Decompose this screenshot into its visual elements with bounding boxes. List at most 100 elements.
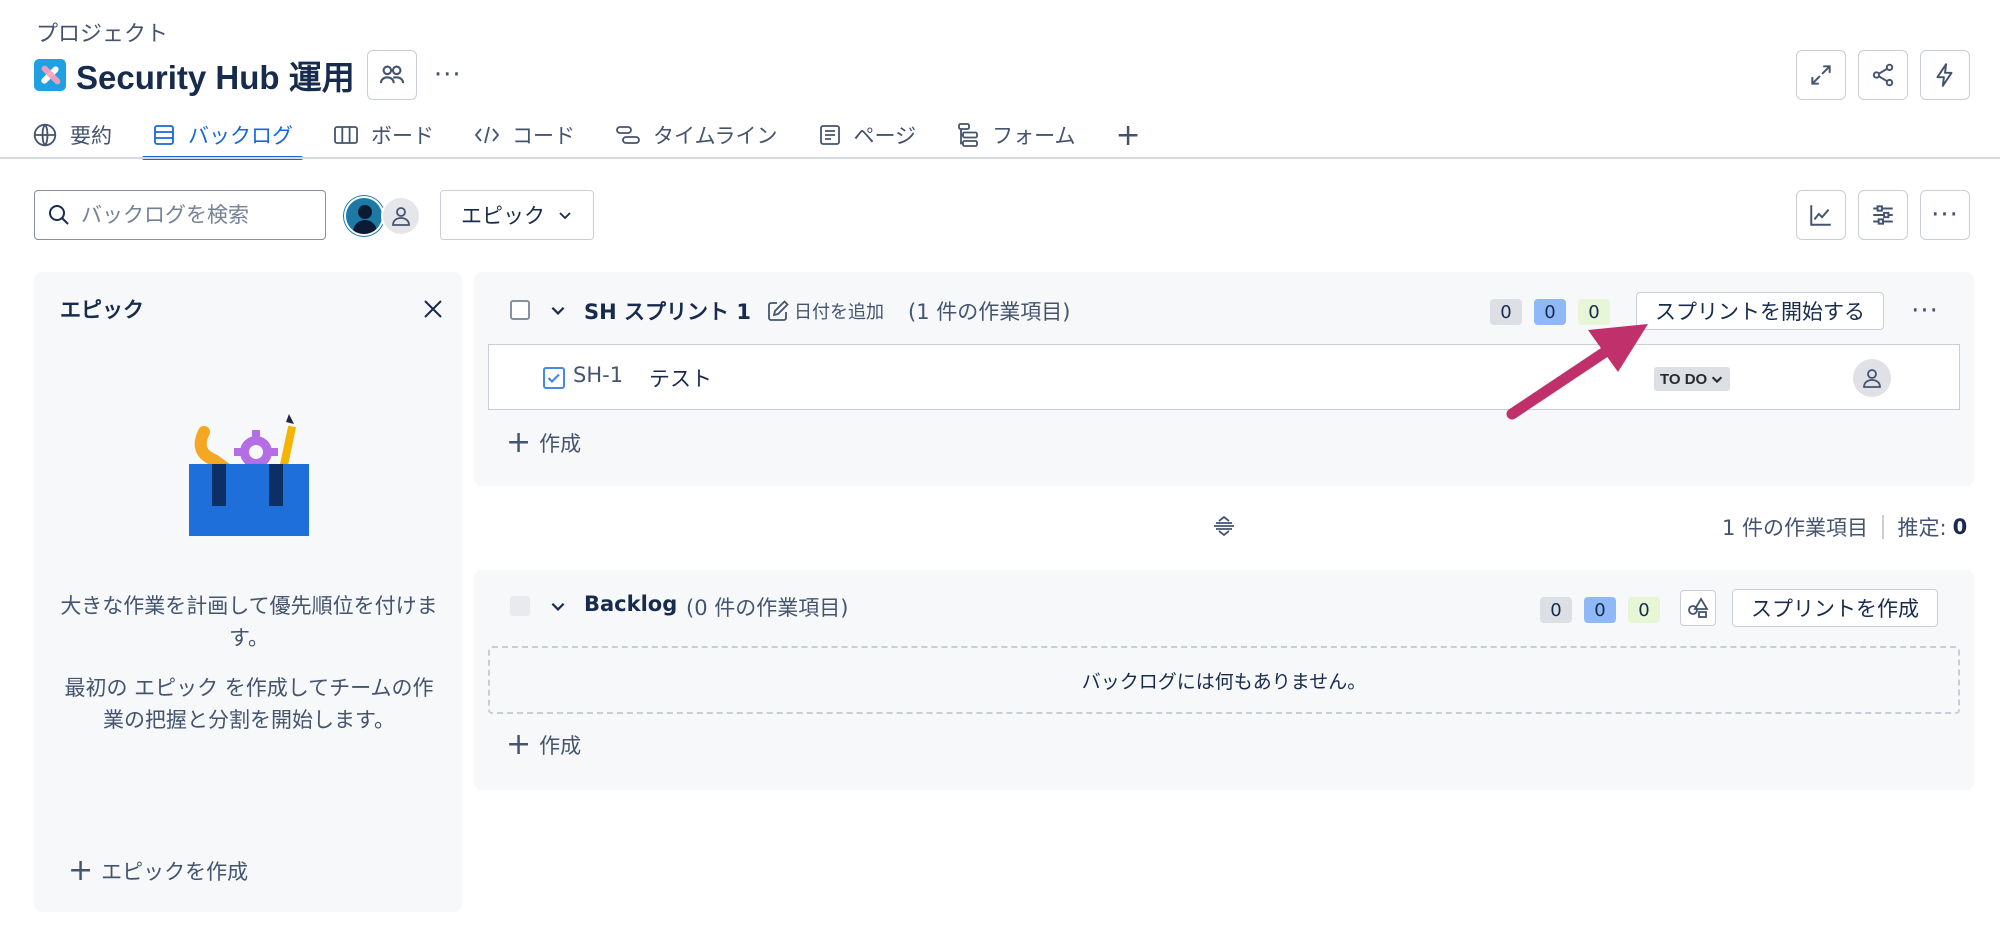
- breadcrumb[interactable]: プロジェクト: [36, 16, 168, 48]
- person-icon: [1863, 369, 1881, 388]
- code-icon: [474, 126, 500, 144]
- avatar-unassigned-filter[interactable]: [381, 196, 421, 236]
- sprint-name[interactable]: SH スプリント 1: [584, 296, 751, 326]
- automation-button[interactable]: [1920, 50, 1970, 100]
- tab-label: バックログ: [188, 124, 293, 148]
- status-dropdown[interactable]: TO DO: [1654, 367, 1731, 391]
- create-issue-label: 作成: [539, 734, 582, 758]
- sprint-container: SH スプリント 1 日付を追加 (1 件の作業項目) 0 0 0 スプリントを…: [474, 272, 1974, 486]
- close-epic-panel-button[interactable]: [418, 294, 448, 324]
- epic-filter-dropdown[interactable]: エピック: [440, 190, 594, 240]
- add-date-button[interactable]: 日付を追加: [766, 298, 884, 324]
- edit-icon: [768, 300, 789, 321]
- toolbox-illustration-icon: [189, 414, 309, 536]
- search-icon: [49, 205, 69, 225]
- resize-handle-icon[interactable]: [1210, 512, 1238, 540]
- start-sprint-button[interactable]: スプリントを開始する: [1636, 292, 1884, 330]
- tab-board[interactable]: ボード: [333, 112, 434, 158]
- backlog-shapes-button[interactable]: [1680, 590, 1716, 626]
- epic-empty-hint: 最初の エピック を作成してチームの作業の把握と分割を開始します。: [64, 676, 434, 732]
- board-icon: [334, 126, 358, 144]
- chevron-down-icon: [559, 212, 571, 220]
- tab-label: タイムライン: [653, 124, 778, 148]
- avatar-user-filter[interactable]: [344, 196, 384, 236]
- create-sprint-button[interactable]: スプリントを作成: [1732, 589, 1938, 627]
- search-box[interactable]: [34, 190, 326, 240]
- tab-label: ページ: [853, 124, 917, 148]
- project-tabs: 要約 バックログ ボード コード タイムライン ページ フォーム +: [32, 112, 1141, 160]
- sliders-icon: [1873, 205, 1893, 225]
- share-icon: [1872, 63, 1894, 87]
- list-icon: [154, 125, 174, 145]
- plus-icon: +: [506, 425, 532, 460]
- chevron-down-icon: [551, 602, 565, 611]
- plus-icon: +: [506, 727, 532, 762]
- add-tab-button[interactable]: +: [1116, 112, 1141, 158]
- issue-key[interactable]: SH-1: [573, 363, 623, 387]
- issue-summary[interactable]: テスト: [649, 363, 712, 393]
- tab-pages[interactable]: ページ: [818, 112, 917, 158]
- create-issue-button[interactable]: + 作成: [506, 428, 581, 458]
- tabs-divider: [0, 157, 2000, 159]
- more-icon: ···: [1931, 200, 1959, 230]
- page-icon: [819, 125, 840, 145]
- epic-filter-label: エピック: [461, 204, 545, 228]
- tab-label: フォーム: [992, 124, 1076, 148]
- summary-item-count: 1 件の作業項目: [1722, 516, 1869, 540]
- view-settings-button[interactable]: [1858, 190, 1908, 240]
- create-issue-label: 作成: [539, 432, 582, 456]
- sprint-select-checkbox[interactable]: [510, 300, 530, 320]
- shapes-icon: [1688, 597, 1709, 618]
- insights-button[interactable]: [1796, 190, 1846, 240]
- project-header: Security Hub 運用 ···: [34, 50, 471, 100]
- plus-icon: +: [1115, 117, 1141, 153]
- add-date-label: 日付を追加: [794, 302, 884, 323]
- fullscreen-button[interactable]: [1796, 50, 1846, 100]
- backlog-empty-state: バックログには何もありません。: [488, 646, 1960, 714]
- sprint-summary: 1 件の作業項目 推定: 0: [1722, 512, 1967, 542]
- summary-divider: [1882, 515, 1884, 539]
- backlog-item-count: (0 件の作業項目): [686, 596, 849, 620]
- tab-timeline[interactable]: タイムライン: [615, 112, 778, 158]
- tab-summary[interactable]: 要約: [32, 112, 112, 158]
- tab-code[interactable]: コード: [474, 112, 575, 158]
- sprint-collapse-toggle[interactable]: [546, 298, 570, 322]
- project-logo-icon: [34, 59, 66, 91]
- estimate-value: 0: [1952, 515, 1968, 539]
- sprint-item-count: (1 件の作業項目): [908, 300, 1071, 324]
- tab-label: 要約: [70, 124, 112, 148]
- tab-backlog[interactable]: バックログ: [142, 112, 303, 160]
- annotation-arrow-icon: [1506, 324, 1648, 420]
- more-icon: ···: [1911, 296, 1939, 326]
- more-icon: ···: [433, 60, 462, 90]
- toolbar-more-button[interactable]: ···: [1920, 190, 1970, 240]
- person-icon: [392, 207, 410, 226]
- project-more-button[interactable]: ···: [425, 52, 471, 98]
- globe-icon: [33, 123, 57, 147]
- form-icon: [958, 123, 979, 147]
- plus-icon: +: [68, 853, 94, 888]
- epic-panel-title: エピック: [60, 298, 144, 322]
- share-button[interactable]: [1858, 50, 1908, 100]
- create-epic-button[interactable]: + エピックを作成: [68, 856, 248, 886]
- backlog-container: Backlog (0 件の作業項目) 0 0 0 スプリントを作成 バックログに…: [474, 570, 1974, 790]
- tab-forms[interactable]: フォーム: [956, 112, 1076, 158]
- done-count-badge: 0: [1628, 597, 1660, 623]
- assignee-avatar[interactable]: [1853, 359, 1891, 397]
- people-icon: [379, 65, 404, 84]
- lightning-icon: [1936, 63, 1953, 87]
- sprint-more-button[interactable]: ···: [1902, 288, 1948, 334]
- todo-count-badge: 0: [1540, 597, 1572, 623]
- close-icon: [424, 300, 442, 318]
- tab-label: ボード: [371, 124, 434, 148]
- task-type-icon: [543, 367, 565, 389]
- create-backlog-issue-button[interactable]: + 作成: [506, 730, 581, 760]
- page-title: Security Hub 運用: [76, 59, 355, 96]
- search-input[interactable]: [81, 203, 311, 227]
- status-label: TO DO: [1660, 370, 1708, 388]
- tab-label: コード: [512, 124, 575, 148]
- backlog-collapse-toggle[interactable]: [546, 594, 570, 618]
- epic-empty-description: 大きな作業を計画して優先順位を付けます。: [60, 594, 438, 650]
- team-button[interactable]: [366, 50, 417, 100]
- issue-row[interactable]: SH-1 テスト TO DO: [488, 344, 1960, 410]
